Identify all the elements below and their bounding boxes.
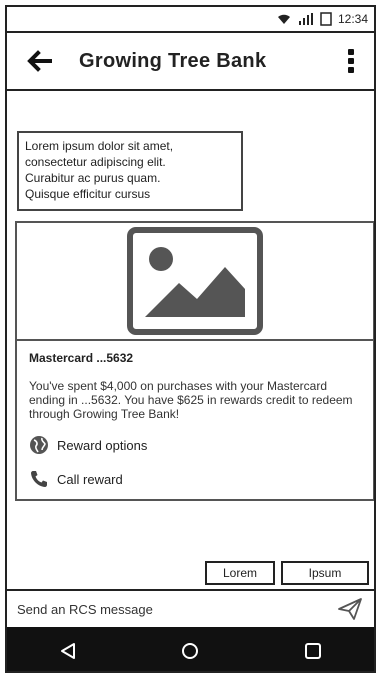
- globe-icon: [30, 436, 48, 454]
- system-nav-bar: [7, 627, 374, 671]
- conversation-area: Lorem ipsum dolor sit amet, consectetur …: [7, 93, 374, 589]
- rich-card: Mastercard ...5632 You've spent $4,000 o…: [15, 221, 374, 501]
- reward-options-action[interactable]: Reward options: [29, 431, 363, 459]
- back-button[interactable]: [17, 39, 61, 83]
- home-circle-icon: [182, 643, 199, 659]
- message-line: Curabitur ac purus quam.: [25, 171, 161, 185]
- nav-recents-button[interactable]: [289, 631, 337, 671]
- app-bar: Growing Tree Bank: [7, 33, 374, 91]
- send-button[interactable]: [332, 593, 368, 625]
- card-title: Mastercard ...5632: [29, 351, 134, 365]
- suggestion-chip-lorem[interactable]: Lorem: [205, 561, 275, 585]
- message-line: Lorem ipsum dolor sit amet,: [25, 139, 174, 153]
- phone-icon: [31, 471, 47, 487]
- nav-home-button[interactable]: [166, 631, 214, 671]
- action-label: Call reward: [57, 471, 123, 487]
- signal-icon: [298, 13, 313, 25]
- status-bar: 12:34: [7, 7, 374, 33]
- action-label: Reward options: [57, 437, 148, 453]
- message-composer: [7, 589, 374, 627]
- back-triangle-icon: [61, 643, 76, 659]
- status-time: 12:34: [337, 12, 368, 26]
- arrow-left-icon: [27, 50, 52, 72]
- card-description: You've spent $4,000 on purchases with yo…: [29, 379, 353, 421]
- wifi-icon: [277, 14, 290, 24]
- overflow-menu-button[interactable]: [336, 39, 366, 83]
- card-body: Mastercard ...5632 You've spent $4,000 o…: [29, 351, 363, 499]
- card-media: [17, 223, 373, 341]
- message-bubble: Lorem ipsum dolor sit amet, consectetur …: [17, 131, 243, 211]
- more-vertical-icon: [348, 49, 354, 73]
- suggestion-chip-ipsum[interactable]: Ipsum: [281, 561, 369, 585]
- call-reward-action[interactable]: Call reward: [29, 465, 363, 493]
- message-line: consectetur adipiscing elit.: [25, 155, 166, 169]
- recents-square-icon: [304, 643, 321, 659]
- nav-back-button[interactable]: [44, 631, 92, 671]
- app-title: Growing Tree Bank: [79, 49, 267, 72]
- image-placeholder-icon: [127, 227, 263, 335]
- message-line: Quisque efficitur cursus: [25, 187, 151, 201]
- send-icon: [338, 598, 362, 620]
- battery-icon: [320, 12, 332, 26]
- phone-frame: 12:34 Growing Tree Bank Lorem ipsum dolo…: [5, 5, 376, 673]
- message-input[interactable]: [17, 601, 332, 617]
